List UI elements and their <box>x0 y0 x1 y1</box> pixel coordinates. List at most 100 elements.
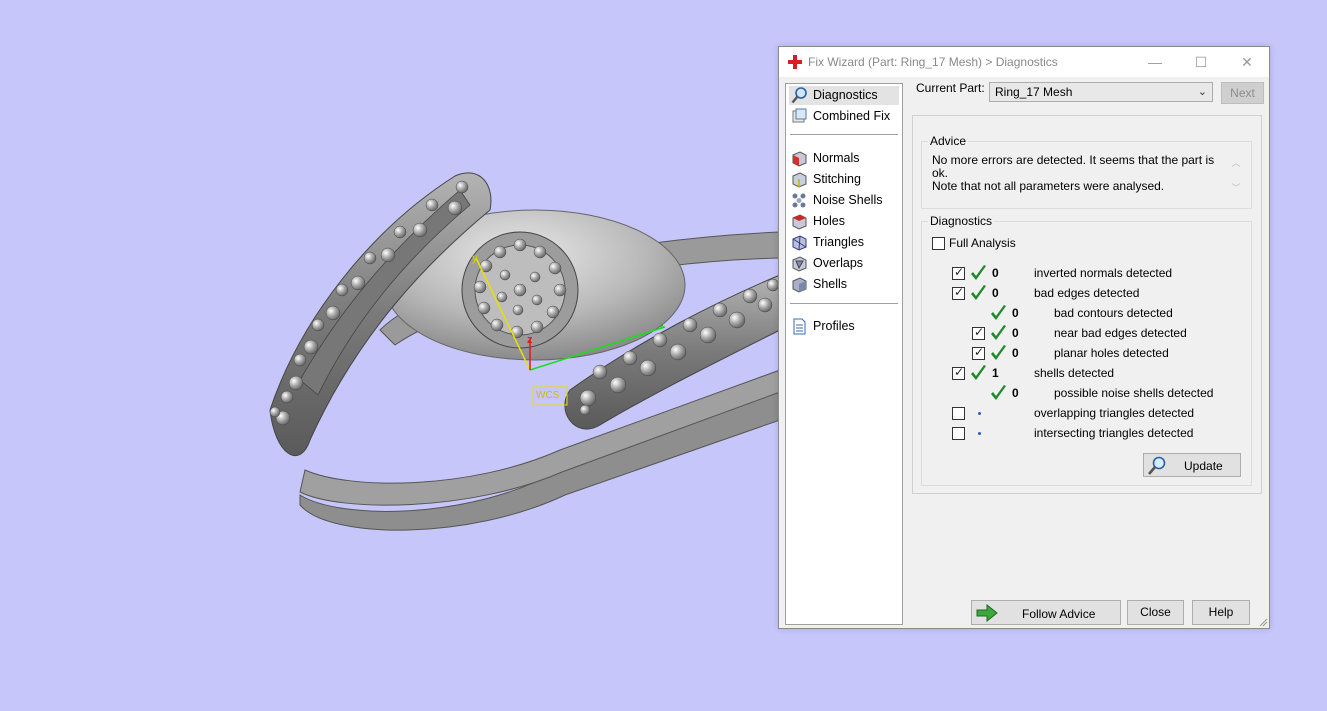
minimize-button[interactable]: — <box>1133 47 1177 77</box>
diagnostic-checkbox[interactable]: ✓ <box>952 265 965 280</box>
diagnostic-row: ✓ 0 near bad edges detected <box>922 324 1242 342</box>
fix-wizard-dialog: Fix Wizard (Part: Ring_17 Mesh) > Diagno… <box>778 46 1270 629</box>
axis-y-label: y <box>472 252 478 264</box>
checkmark-icon: ✓ <box>974 345 985 359</box>
window-title: Fix Wizard (Part: Ring_17 Mesh) > Diagno… <box>808 55 1058 69</box>
wizard-nav: Diagnostics Combined Fix Normals Stitchi… <box>785 83 903 625</box>
chevron-down-icon: ⌄ <box>1197 86 1207 98</box>
diagnostic-row: overlapping triangles detected <box>922 404 1242 422</box>
magnifier-icon <box>791 87 807 104</box>
advice-group-title: Advice <box>928 134 969 148</box>
green-check-icon <box>991 345 1006 360</box>
advice-group: Advice No more errors are detected. It s… <box>921 134 1252 209</box>
checkmark-icon: ✓ <box>954 265 965 279</box>
diagnostics-group: Diagnostics Full Analysis ✓ 0 inverted nor… <box>921 214 1252 486</box>
pending-dot-icon <box>978 432 981 435</box>
diagnostic-count: 0 <box>1012 306 1019 320</box>
diagnostic-count: 0 <box>992 266 999 280</box>
full-analysis-checkbox[interactable] <box>932 237 945 250</box>
nav-separator <box>790 134 898 135</box>
diagnostics-panel: Advice No more errors are detected. It s… <box>912 115 1262 494</box>
overlaps-icon <box>792 256 807 272</box>
diagnostic-checkbox[interactable]: ✓ <box>972 345 985 360</box>
resize-grip-icon[interactable] <box>1258 617 1268 627</box>
pending-dot-icon <box>978 412 981 415</box>
checkmark-icon: ✓ <box>974 325 985 339</box>
diagnostic-count: 0 <box>992 286 999 300</box>
current-part-label: Current Part: <box>916 81 985 95</box>
nav-item-profiles[interactable]: Profiles <box>789 317 899 336</box>
title-bar[interactable]: Fix Wizard (Part: Ring_17 Mesh) > Diagno… <box>779 47 1269 77</box>
green-check-icon <box>991 325 1006 340</box>
diagnostic-row: 0 bad contours detected <box>922 304 1242 322</box>
diagnostic-count: 0 <box>1012 346 1019 360</box>
diagnostic-label: planar holes detected <box>1054 346 1169 360</box>
close-button[interactable]: Close <box>1127 600 1184 625</box>
triangles-icon <box>792 235 807 251</box>
diagnostic-label: near bad edges detected <box>1054 326 1187 340</box>
green-check-icon <box>971 365 986 380</box>
nav-item-stitching[interactable]: Stitching <box>789 170 899 189</box>
checkmark-icon: ✓ <box>954 285 965 299</box>
diagnostic-row: ✓ 0 inverted normals detected <box>922 264 1242 282</box>
green-check-icon <box>971 265 986 280</box>
maximize-button[interactable]: ☐ <box>1179 47 1223 77</box>
holes-icon <box>792 214 807 230</box>
diagnostics-group-title: Diagnostics <box>928 214 995 228</box>
diagnostic-checkbox[interactable] <box>952 427 965 440</box>
diagnostic-row: ✓ 0 bad edges detected <box>922 284 1242 302</box>
wcs-label: WCS <box>536 390 560 401</box>
profiles-icon <box>793 318 806 335</box>
diagnostic-row: 0 possible noise shells detected <box>922 384 1242 402</box>
advice-line-2: Note that not all parameters were analys… <box>932 179 1165 193</box>
full-analysis-label: Full Analysis <box>949 236 1016 250</box>
shells-icon <box>792 277 807 293</box>
current-part-select[interactable]: Ring_17 Mesh ⌄ <box>989 82 1213 102</box>
nav-item-normals[interactable]: Normals <box>789 149 899 168</box>
axis-x-label: x <box>660 320 665 330</box>
noise-shells-icon <box>792 193 806 208</box>
current-part-value: Ring_17 Mesh <box>995 85 1073 99</box>
diagnostic-row: ✓ 1 shells detected <box>922 364 1242 382</box>
advice-line-1: No more errors are detected. It seems th… <box>932 153 1215 180</box>
diagnostic-checkbox[interactable]: ✓ <box>952 285 965 300</box>
follow-advice-button[interactable]: Follow Advice <box>971 600 1121 625</box>
nav-item-holes[interactable]: Holes <box>789 212 899 231</box>
normals-icon <box>792 151 807 167</box>
diagnostic-label: inverted normals detected <box>1034 266 1173 280</box>
diagnostic-checkbox[interactable] <box>952 407 965 420</box>
nav-item-triangles[interactable]: Triangles <box>789 233 899 252</box>
combined-fix-icon <box>792 108 807 123</box>
axis-z-label: z <box>527 334 533 346</box>
update-button[interactable]: Update <box>1143 453 1241 477</box>
diagnostic-label: intersecting triangles detected <box>1034 426 1194 440</box>
nav-item-shells[interactable]: Shells <box>789 275 899 294</box>
diagnostic-label: overlapping triangles detected <box>1034 406 1195 420</box>
scroll-down-icon[interactable]: ﹀ <box>1229 181 1243 194</box>
diagnostic-count: 0 <box>1012 326 1019 340</box>
diagnostic-row: intersecting triangles detected <box>922 424 1242 442</box>
green-check-icon <box>991 385 1006 400</box>
advice-text: No more errors are detected. It seems th… <box>932 154 1230 198</box>
advice-scrollbar[interactable]: ︿ ﹀ <box>1229 156 1243 200</box>
diagnostic-checkbox[interactable]: ✓ <box>952 365 965 380</box>
scroll-up-icon[interactable]: ︿ <box>1229 156 1243 169</box>
diagnostic-row: ✓ 0 planar holes detected <box>922 344 1242 362</box>
update-label: Update <box>1184 459 1223 473</box>
green-check-icon <box>991 305 1006 320</box>
nav-item-diagnostics[interactable]: Diagnostics <box>789 86 899 105</box>
diagnostic-checkbox[interactable]: ✓ <box>972 325 985 340</box>
stitching-icon <box>792 172 807 188</box>
next-button[interactable]: Next <box>1221 82 1264 104</box>
diagnostic-count: 0 <box>1012 386 1019 400</box>
nav-item-overlaps[interactable]: Overlaps <box>789 254 899 273</box>
green-check-icon <box>971 285 986 300</box>
magnifier-icon <box>1148 456 1166 475</box>
diagnostic-label: shells detected <box>1034 366 1115 380</box>
nav-item-combined-fix[interactable]: Combined Fix <box>789 107 899 126</box>
follow-advice-label: Follow Advice <box>1022 607 1096 621</box>
nav-separator <box>790 303 898 304</box>
close-window-button[interactable]: ✕ <box>1225 47 1269 77</box>
help-button[interactable]: Help <box>1192 600 1250 625</box>
nav-item-noise-shells[interactable]: Noise Shells <box>789 191 899 210</box>
